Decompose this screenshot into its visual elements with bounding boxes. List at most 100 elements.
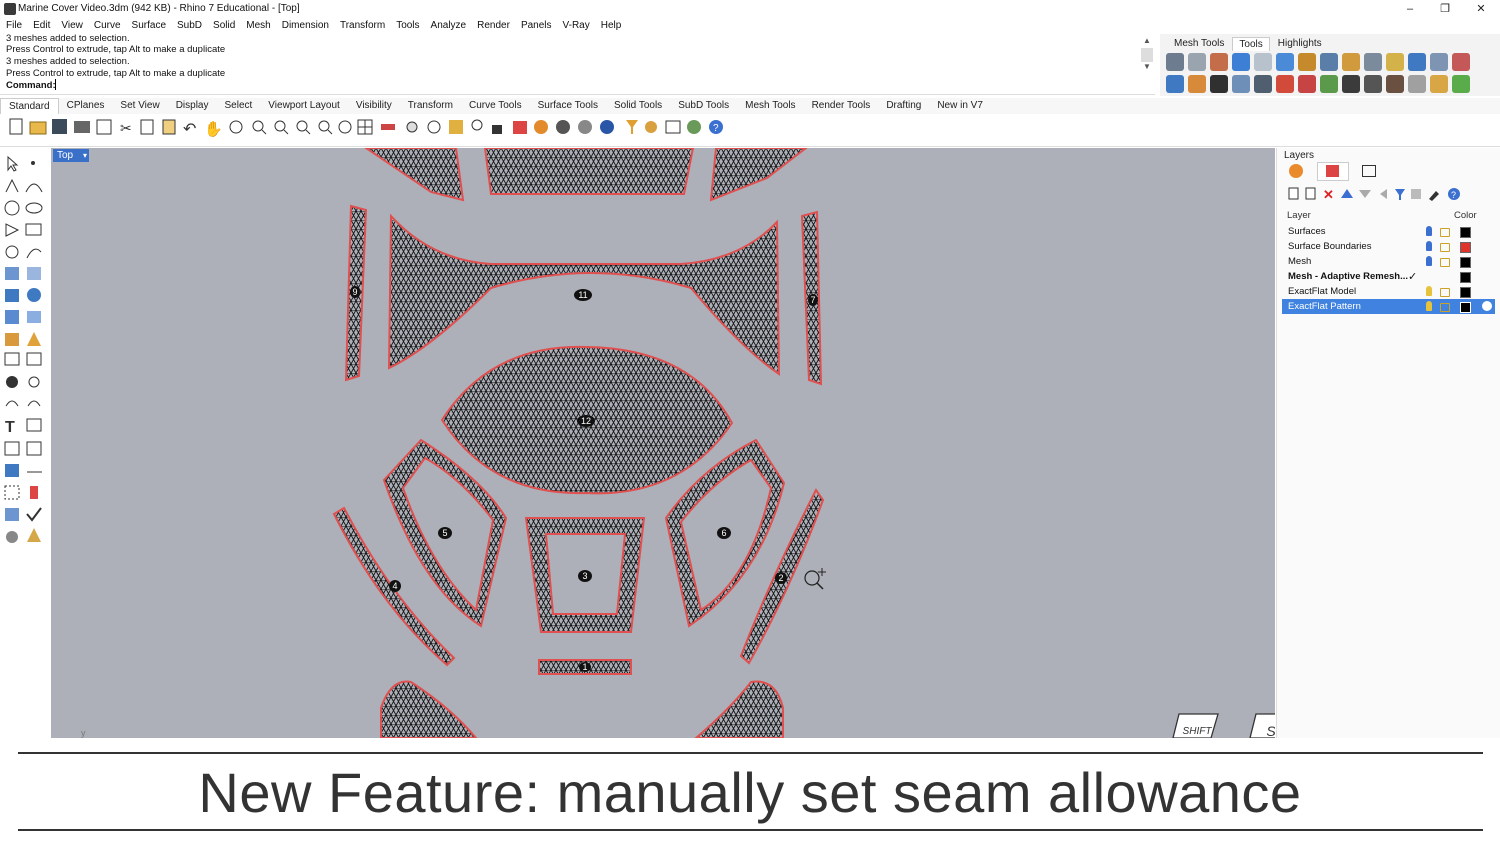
menu-curve[interactable]: Curve <box>88 18 126 34</box>
tab-surface-tools[interactable]: Surface Tools <box>530 98 606 114</box>
mesh-tool-icon[interactable] <box>1386 53 1404 71</box>
gear-icon[interactable] <box>1342 53 1360 71</box>
mesh-tool-icon[interactable] <box>1276 53 1294 71</box>
grid-icon[interactable] <box>357 119 373 135</box>
maximize-button[interactable]: ❐ <box>1430 1 1460 17</box>
text-icon[interactable]: T <box>5 419 15 436</box>
arc-icon[interactable] <box>5 223 20 237</box>
tab-solid-tools[interactable]: Solid Tools <box>606 98 670 114</box>
pan-icon[interactable]: ✋ <box>204 120 223 138</box>
mesh-tool-icon[interactable] <box>1188 53 1206 71</box>
properties-icon[interactable] <box>449 120 463 134</box>
rotate-icon[interactable] <box>5 400 19 407</box>
mesh-tool-icon[interactable] <box>1408 53 1426 71</box>
layer-color-swatch[interactable] <box>1460 227 1471 238</box>
zoom-extents-icon[interactable] <box>274 120 289 135</box>
boolean-icon[interactable] <box>27 311 41 323</box>
dimension-icon[interactable] <box>4 352 20 366</box>
osnap-icon[interactable] <box>406 121 418 133</box>
mesh-tool-icon[interactable] <box>1232 75 1250 93</box>
light-bulb-icon[interactable] <box>1426 286 1432 296</box>
undo-view-icon[interactable] <box>338 120 352 134</box>
mesh-tool-icon[interactable] <box>5 333 19 346</box>
shaded-sphere-icon[interactable] <box>556 120 570 134</box>
zoom-icon[interactable] <box>252 120 267 135</box>
layer-row-mesh-adaptive-remesh[interactable]: Mesh - Adaptive Remesh... ✓ <box>1282 269 1495 284</box>
polyline-icon[interactable] <box>5 178 19 193</box>
mesh-tool-icon[interactable] <box>1254 75 1272 93</box>
cplane-icon[interactable] <box>381 124 395 130</box>
pattern-pieces[interactable]: 11 12 9 7 5 6 3 4 2 1 y SHIFT S <box>51 148 1275 738</box>
move-down-icon[interactable] <box>1359 190 1371 198</box>
mesh-tool-icon[interactable] <box>1166 75 1184 93</box>
command-input[interactable] <box>55 79 56 90</box>
display-tab-icon[interactable] <box>1362 165 1376 177</box>
rotate-view-icon[interactable] <box>229 120 243 134</box>
menu-tools[interactable]: Tools <box>390 18 424 34</box>
tab-curve-tools[interactable]: Curve Tools <box>461 98 530 114</box>
command-scrollbar[interactable]: ▲ ▼ <box>1141 36 1153 94</box>
filter-icon[interactable] <box>626 120 638 134</box>
paste-icon[interactable] <box>162 119 176 135</box>
light-bulb-icon[interactable] <box>471 119 483 131</box>
scroll-thumb[interactable] <box>1141 48 1153 62</box>
mesh-tool-icon[interactable] <box>1342 75 1360 93</box>
cylinder-icon[interactable] <box>5 310 19 324</box>
mesh-tool-icon[interactable] <box>1320 53 1338 71</box>
layer-row-surface-boundaries[interactable]: Surface Boundaries <box>1282 239 1495 254</box>
mesh-tool-icon[interactable] <box>1320 75 1338 93</box>
tab-select[interactable]: Select <box>217 98 261 114</box>
lock-icon[interactable] <box>1440 228 1450 237</box>
material-icon[interactable] <box>513 121 527 134</box>
select-arrow-icon[interactable] <box>7 155 19 172</box>
curve-icon[interactable] <box>25 183 43 193</box>
filter-icon[interactable] <box>1395 189 1405 200</box>
mesh-tool-icon[interactable] <box>1298 75 1316 93</box>
mesh-tool-icon[interactable] <box>1298 53 1316 71</box>
mesh-tool-icon[interactable] <box>1430 75 1448 93</box>
mesh-tool-icon[interactable] <box>1210 75 1228 93</box>
text-icon[interactable] <box>1364 75 1382 93</box>
cut-icon[interactable]: ✂ <box>120 120 132 136</box>
new-file-icon[interactable] <box>9 118 23 135</box>
chevron-down-icon[interactable]: ▼ <box>1141 62 1153 74</box>
analyze-icon[interactable] <box>26 418 42 432</box>
help-icon[interactable]: ? <box>1448 188 1460 200</box>
lock-icon[interactable] <box>1440 258 1450 267</box>
layer-row-exactflat-pattern[interactable]: ExactFlat Pattern <box>1282 299 1495 314</box>
circle-icon[interactable] <box>4 200 20 216</box>
layers-tab[interactable] <box>1317 162 1349 181</box>
render-icon[interactable] <box>600 120 614 134</box>
light-bulb-icon[interactable] <box>1426 241 1432 251</box>
chevron-up-icon[interactable]: ▲ <box>1141 36 1153 48</box>
menu-render[interactable]: Render <box>471 18 515 34</box>
menu-help[interactable]: Help <box>595 18 627 34</box>
transform-icon[interactable] <box>28 376 40 388</box>
column-header-layer[interactable]: Layer <box>1287 210 1311 221</box>
tab-subd-tools[interactable]: SubD Tools <box>670 98 737 114</box>
mesh-tool-icon[interactable] <box>1430 53 1448 71</box>
align-icon[interactable] <box>30 486 38 499</box>
layer-row-exactflat-model[interactable]: ExactFlat Model <box>1282 284 1495 299</box>
mesh-tool-icon[interactable] <box>1386 75 1404 93</box>
save-icon[interactable] <box>52 119 67 134</box>
light-bulb-icon[interactable] <box>1426 226 1432 236</box>
solid-edit-icon[interactable] <box>5 508 19 521</box>
layer-color-swatch[interactable] <box>1460 242 1471 253</box>
top-viewport[interactable]: Top ▾ 11 12 9 7 5 6 3 4 2 1 y SHIFT S <box>51 148 1275 738</box>
new-sublayer-icon[interactable] <box>1305 187 1316 200</box>
lock-icon[interactable] <box>492 125 502 134</box>
grid-array-icon[interactable] <box>4 485 20 500</box>
menu-solid[interactable]: Solid <box>207 18 240 34</box>
menu-analyze[interactable]: Analyze <box>425 18 472 34</box>
globe-icon[interactable] <box>687 120 701 134</box>
mesh-tool-icon[interactable] <box>1166 53 1184 71</box>
mesh-tool-icon[interactable] <box>1210 53 1228 71</box>
tab-display[interactable]: Display <box>168 98 217 114</box>
menu-mesh[interactable]: Mesh <box>240 18 275 34</box>
layer-color-swatch[interactable] <box>1460 287 1471 298</box>
point-icon[interactable] <box>31 161 35 165</box>
array-icon[interactable] <box>4 441 20 456</box>
menu-view[interactable]: View <box>55 18 88 34</box>
menu-subd[interactable]: SubD <box>171 18 207 34</box>
